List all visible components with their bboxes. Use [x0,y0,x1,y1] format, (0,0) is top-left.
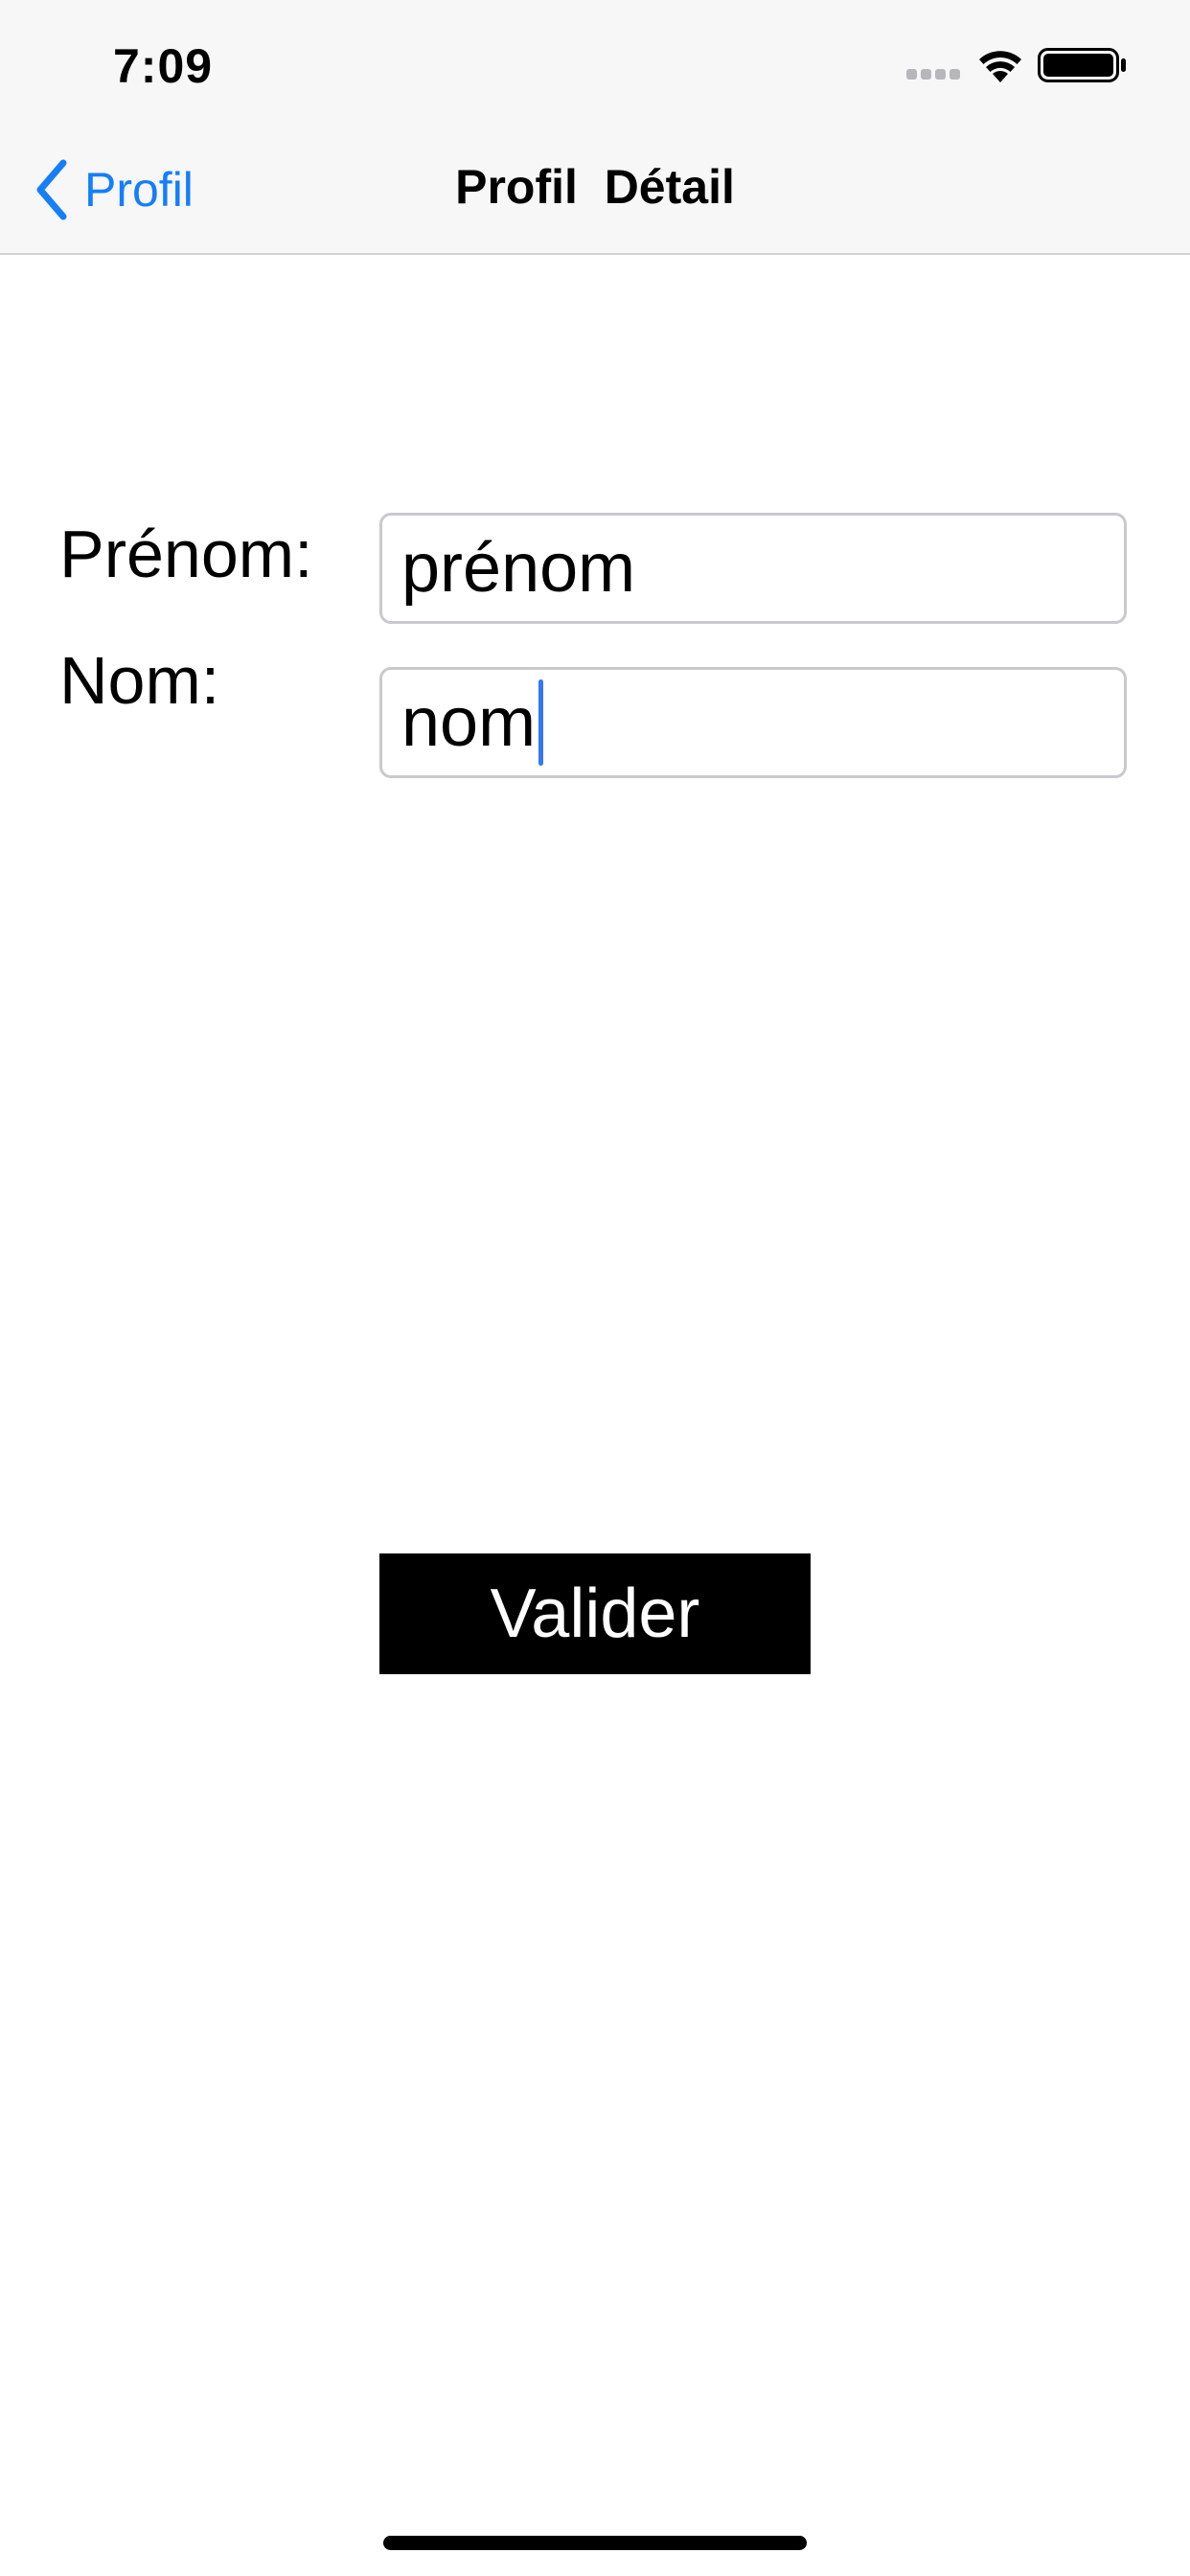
nav-title: Profil Détail [455,160,735,214]
top-bar: 7:09 Profil Profil Détail [0,0,1190,255]
last-name-field[interactable]: nom [379,667,1127,778]
wifi-icon [979,51,1021,82]
last-name-value: nom [401,684,537,761]
submit-button[interactable]: Valider [379,1553,811,1674]
cellular-signal-icon [906,69,962,80]
home-indicator[interactable] [383,2536,807,2550]
battery-icon [1038,48,1126,82]
status-time: 7:09 [113,39,214,93]
last-name-label: Nom: [59,643,220,718]
text-cursor [538,679,544,766]
profile-detail-screen: 7:09 Profil Profil Détail Prénom: prénom… [0,0,1190,2576]
first-name-field[interactable]: prénom [379,513,1127,624]
status-icons [906,46,1129,84]
first-name-value: prénom [401,530,636,607]
first-name-label: Prénom: [59,517,313,591]
